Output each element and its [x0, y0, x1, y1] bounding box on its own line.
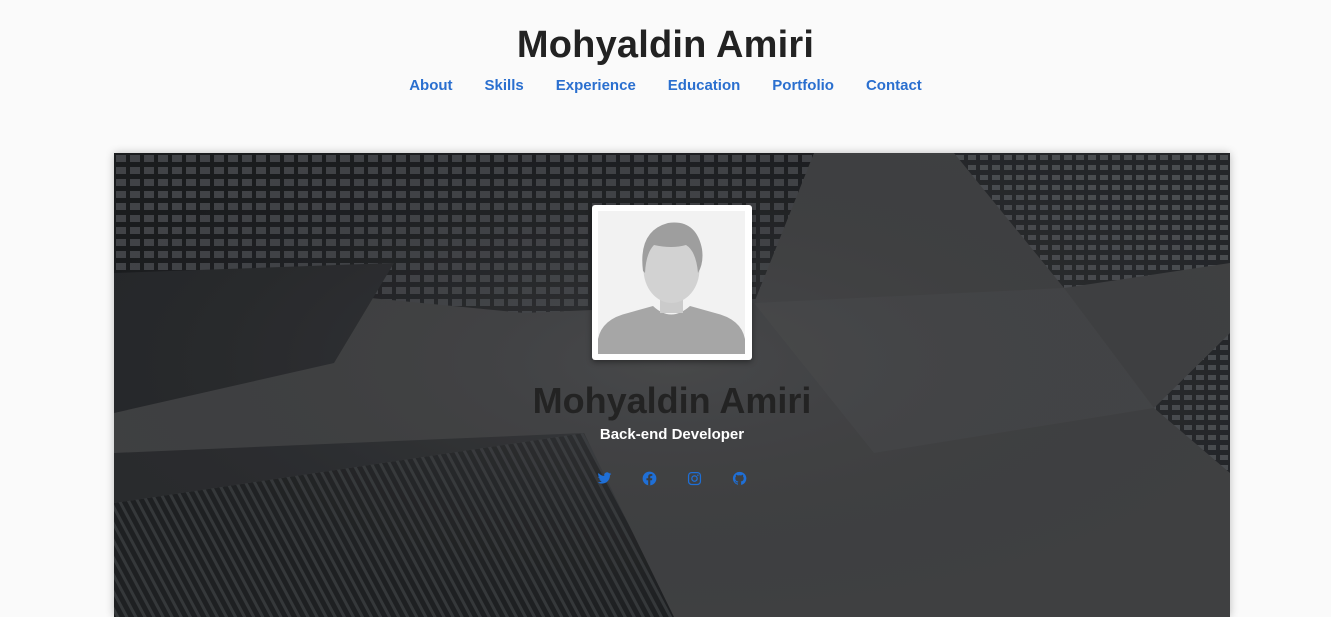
avatar: [592, 205, 752, 360]
main-nav: About Skills Experience Education Portfo…: [0, 76, 1331, 96]
github-icon[interactable]: [732, 471, 747, 486]
nav-link-education[interactable]: Education: [668, 76, 741, 96]
hero-section: Mohyaldin Amiri Back-end Developer: [114, 153, 1230, 617]
instagram-icon[interactable]: [687, 471, 702, 486]
nav-link-about[interactable]: About: [409, 76, 452, 96]
twitter-icon[interactable]: [597, 471, 612, 486]
facebook-icon[interactable]: [642, 471, 657, 486]
nav-link-experience[interactable]: Experience: [556, 76, 636, 96]
social-links: [114, 471, 1230, 486]
nav-link-portfolio[interactable]: Portfolio: [772, 76, 834, 96]
nav-link-skills[interactable]: Skills: [485, 76, 524, 96]
user-placeholder-icon: [598, 211, 745, 354]
site-title: Mohyaldin Amiri: [516, 24, 815, 66]
hero-role: Back-end Developer: [599, 426, 745, 443]
nav-link-contact[interactable]: Contact: [866, 76, 922, 96]
site-header: Mohyaldin Amiri About Skills Experience …: [0, 0, 1331, 140]
hero-name: Mohyaldin Amiri: [532, 380, 812, 421]
